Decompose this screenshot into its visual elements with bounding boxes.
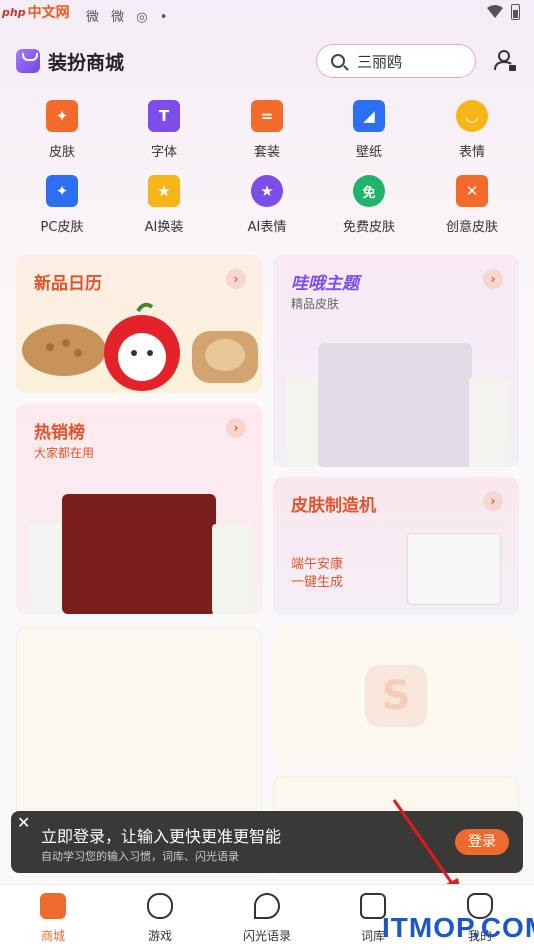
tab-flash-quotes[interactable]: 闪光语录 (222, 893, 312, 944)
tab-label: 商城 (40, 929, 65, 943)
tab-label: 游戏 (147, 929, 172, 943)
itmop-watermark: ITMOP.COM (382, 912, 534, 943)
feather-icon (254, 893, 280, 919)
gamepad-icon (147, 893, 173, 919)
tab-label: 闪光语录 (242, 929, 291, 943)
tab-games[interactable]: 游戏 (115, 893, 205, 944)
tab-mall[interactable]: 商城 (8, 893, 98, 944)
annotation-arrow (392, 799, 462, 898)
mall-icon (40, 893, 66, 919)
